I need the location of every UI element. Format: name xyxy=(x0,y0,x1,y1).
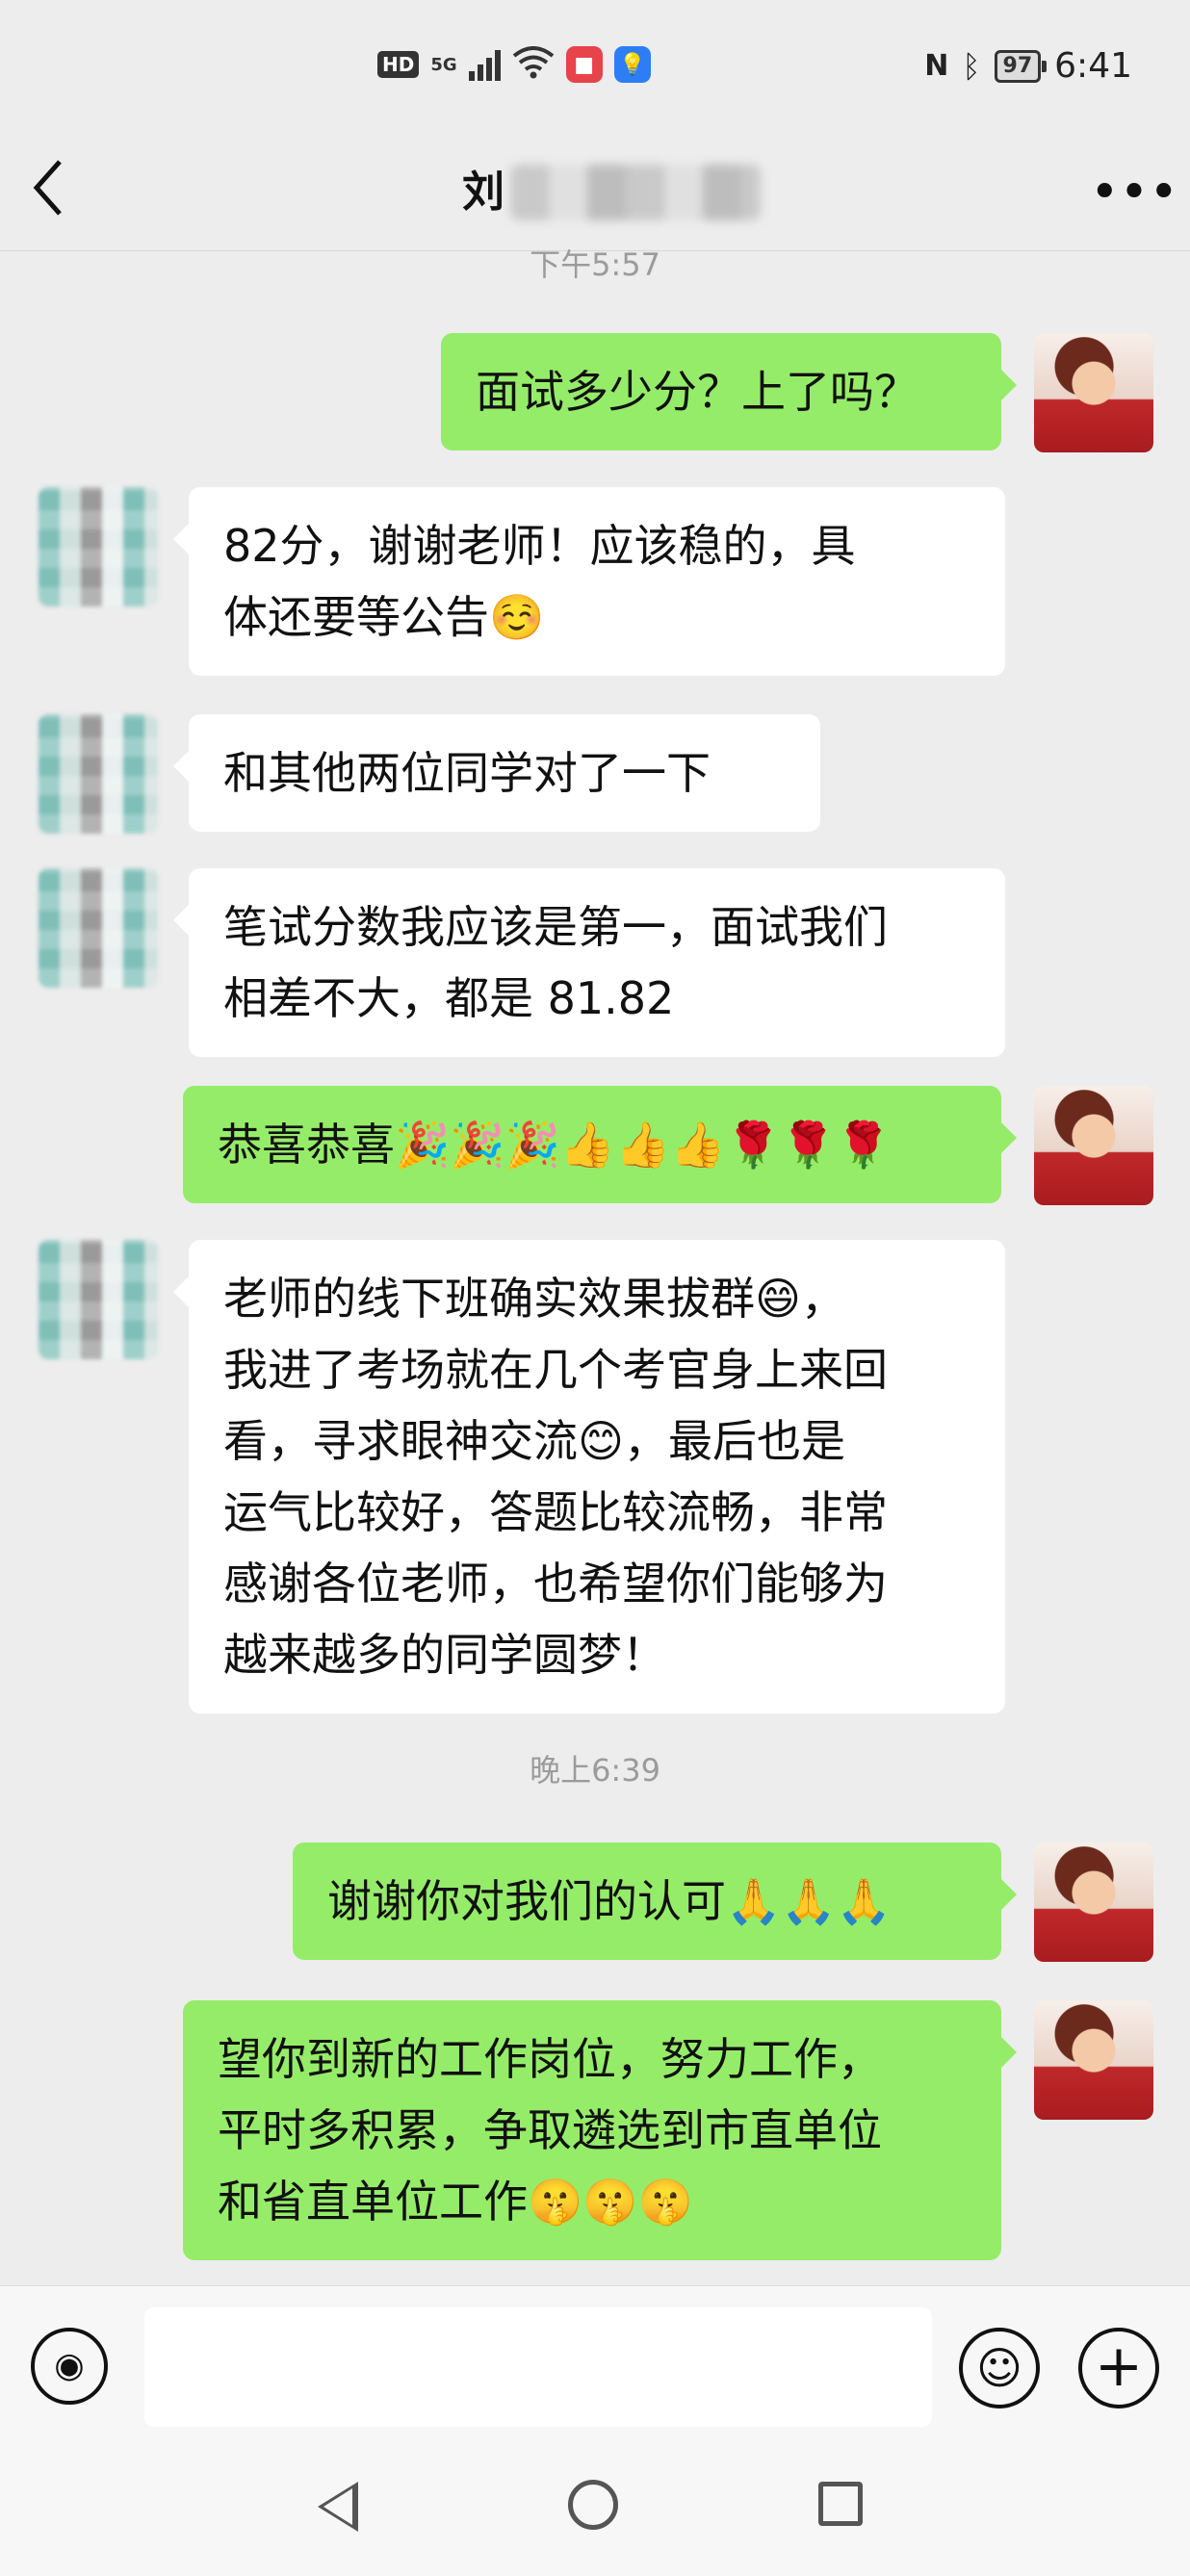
message-line: 老师的线下班确实效果拔群😄， xyxy=(223,1273,845,1325)
message-line: 越来越多的同学圆梦！ xyxy=(223,1629,666,1681)
chat-header: 刘 ••• xyxy=(0,135,1190,251)
avatar-contact[interactable] xyxy=(39,487,158,606)
nav-recent-icon[interactable] xyxy=(818,2482,863,2526)
message-line: 笔试分数我应该是第一，面试我们 xyxy=(223,901,888,953)
chat-title: 刘 xyxy=(462,154,761,231)
timestamp: 下午5:57 xyxy=(530,246,660,283)
message-line: 和省直单位工作🤫🤫🤫 xyxy=(218,2176,693,2228)
voice-icon[interactable]: ◉ xyxy=(31,2328,108,2405)
message-bubble-incoming[interactable]: 和其他两位同学对了一下 xyxy=(173,714,820,832)
chevron-left-icon[interactable] xyxy=(29,154,96,231)
nav-back-icon[interactable] xyxy=(318,2482,358,2532)
message-line: 体还要等公告☺️ xyxy=(223,591,545,643)
message-bubble-outgoing[interactable]: 望你到新的工作岗位，努力工作， 平时多积累，争取遴选到市直单位 和省直单位工作🤫… xyxy=(183,2000,1017,2260)
input-bar: ◉ ☺ + xyxy=(0,2285,1190,2446)
message-line: 看，寻求眼神交流😊，最后也是 xyxy=(223,1415,845,1467)
status-left: HD 5G ■ 💡 xyxy=(377,46,651,83)
timestamp: 晚上6:39 xyxy=(530,1752,660,1789)
message-bubble-outgoing[interactable]: 谢谢你对我们的认可🙏🙏🙏 xyxy=(293,1842,1017,1960)
chat-title-text: 刘 xyxy=(462,167,504,217)
network-type: 5G xyxy=(430,54,457,75)
avatar-me[interactable] xyxy=(1034,1086,1153,1205)
message-line: 感谢各位老师，也希望你们能够为 xyxy=(223,1558,888,1610)
more-dots-icon[interactable]: ••• xyxy=(1090,154,1178,231)
message-bubble-incoming[interactable]: 82分，谢谢老师！应该稳的，具 体还要等公告☺️ xyxy=(173,487,1005,676)
hd-badge: HD xyxy=(377,51,420,78)
avatar-me[interactable] xyxy=(1034,333,1153,452)
nfc-icon: N xyxy=(924,49,949,83)
signal-icon xyxy=(468,48,501,81)
message-line: 平时多积累，争取遴选到市直单位 xyxy=(218,2104,882,2156)
system-nav-bar xyxy=(0,2445,1190,2576)
emoji-icon[interactable]: ☺ xyxy=(959,2328,1040,2409)
status-time: 6:41 xyxy=(1054,46,1132,86)
avatar-contact[interactable] xyxy=(39,1240,158,1359)
message-line: 运气比较好，答题比较流畅，非常 xyxy=(223,1486,888,1538)
blue-app-icon: 💡 xyxy=(613,46,651,83)
status-right: N ᛒ 97 6:41 xyxy=(924,46,1132,86)
message-line: 82分，谢谢老师！应该稳的，具 xyxy=(223,520,856,572)
message-bubble-incoming[interactable]: 老师的线下班确实效果拔群😄， 我进了考场就在几个考官身上来回 看，寻求眼神交流😊… xyxy=(173,1240,1005,1713)
red-app-icon: ■ xyxy=(565,46,603,83)
avatar-me[interactable] xyxy=(1034,2000,1153,2120)
message-bubble-outgoing[interactable]: 面试多少分？上了吗？ xyxy=(441,333,1017,451)
message-bubble-outgoing[interactable]: 恭喜恭喜🎉🎉🎉👍👍👍🌹🌹🌹 xyxy=(183,1086,1017,1203)
message-line: 相差不大，都是 81.82 xyxy=(223,972,675,1024)
bluetooth-icon: ᛒ xyxy=(962,47,981,85)
avatar-contact[interactable] xyxy=(39,868,158,988)
plus-icon[interactable]: + xyxy=(1078,2328,1159,2409)
status-bar: HD 5G ■ 💡 N ᛒ 97 6:41 xyxy=(0,0,1190,135)
message-line: 望你到新的工作岗位，努力工作， xyxy=(218,2033,882,2085)
message-bubble-incoming[interactable]: 笔试分数我应该是第一，面试我们 相差不大，都是 81.82 xyxy=(173,868,1005,1057)
blurred-name xyxy=(510,165,761,220)
nav-home-icon[interactable] xyxy=(568,2480,618,2530)
avatar-contact[interactable] xyxy=(39,714,158,834)
battery-icon: 97 xyxy=(994,49,1047,83)
message-input[interactable] xyxy=(144,2307,932,2427)
wifi-icon xyxy=(512,46,555,83)
avatar-me[interactable] xyxy=(1034,1842,1153,1962)
message-line: 我进了考场就在几个考官身上来回 xyxy=(223,1344,888,1396)
